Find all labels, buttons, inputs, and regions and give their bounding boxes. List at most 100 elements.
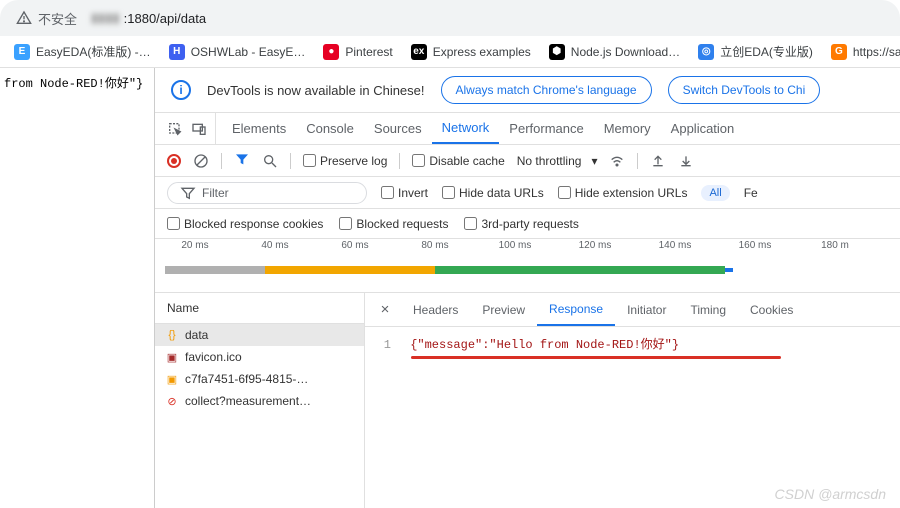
filter-toggle-icon[interactable] [234,151,250,170]
timeline-tick: 100 ms [475,240,555,251]
main-area: from Node-RED!你好"} i DevTools is now ava… [0,68,900,508]
hide-ext-urls-checkbox[interactable]: Hide extension URLs [558,186,688,200]
request-type-icon: ⊘ [165,394,179,408]
timeline-tick: 60 ms [315,240,395,251]
tab-network[interactable]: Network [432,113,500,144]
bookmark-label: 立创EDA(专业版) [720,43,813,60]
bookmark-label: OSHWLab - EasyE… [191,45,306,59]
filter-fetch-pill[interactable]: Fe [744,186,758,200]
detail-tab-cookies[interactable]: Cookies [738,293,805,326]
network-body: Name {} data ▣ favicon.ico ▣ c7fa7451-6f95-48… [155,293,900,508]
tab-console[interactable]: Console [296,113,364,144]
blocked-requests-checkbox[interactable]: Blocked requests [339,217,448,231]
inspect-icon[interactable] [167,121,183,137]
bookmark-icon: ◎ [698,44,714,60]
throttling-select[interactable]: No throttling▾ [517,154,598,168]
bookmark-icon: E [14,44,30,60]
timeline-tick: 20 ms [155,240,235,251]
request-row[interactable]: ▣ favicon.ico [155,346,364,368]
detail-tab-initiator[interactable]: Initiator [615,293,678,326]
search-icon[interactable] [262,153,278,169]
timeline-tick: 80 ms [395,240,475,251]
network-timeline[interactable]: 20 ms40 ms60 ms80 ms100 ms120 ms140 ms16… [155,239,900,293]
bookmark-icon: H [169,44,185,60]
request-type-icon: ▣ [165,350,179,364]
switch-language-button[interactable]: Switch DevTools to Chi [668,76,821,104]
close-detail-button[interactable]: × [373,301,397,318]
request-list: Name {} data ▣ favicon.ico ▣ c7fa7451-6f95-48… [155,293,365,508]
request-row[interactable]: {} data [155,324,364,346]
request-row[interactable]: ▣ c7fa7451-6f95-4815-… [155,368,364,390]
devtools-info-bar: i DevTools is now available in Chinese! … [155,68,900,113]
match-language-button[interactable]: Always match Chrome's language [441,76,652,104]
third-party-checkbox[interactable]: 3rd-party requests [464,217,578,231]
detail-tab-headers[interactable]: Headers [401,293,470,326]
bookmark-icon: ⬢ [549,44,565,60]
filter-row: Filter Invert Hide data URLs Hide extens… [155,177,900,209]
tab-elements[interactable]: Elements [222,113,296,144]
timeline-tick: 180 m [795,240,875,251]
detail-tab-timing[interactable]: Timing [678,293,738,326]
tab-performance[interactable]: Performance [499,113,593,144]
filter-all-pill[interactable]: All [701,185,729,201]
tab-sources[interactable]: Sources [364,113,432,144]
request-row[interactable]: ⊘ collect?measurement… [155,390,364,412]
insecure-label: 不安全 [38,9,77,28]
timeline-tick: 120 ms [555,240,635,251]
network-toolbar: Preserve log Disable cache No throttling… [155,145,900,177]
bookmark-item[interactable]: ⬢ Node.js Download… [549,44,680,60]
request-detail: × HeadersPreviewResponseInitiatorTimingC… [365,293,900,508]
funnel-icon [180,185,196,201]
request-type-icon: ▣ [165,372,179,386]
upload-icon[interactable] [650,153,666,169]
bookmarks-bar: E EasyEDA(标准版) -… H OSHWLab - EasyE… ● Pinter… [0,36,900,68]
blocked-cookies-checkbox[interactable]: Blocked response cookies [167,217,323,231]
warning-icon [16,10,32,26]
filter-input[interactable]: Filter [167,182,367,204]
devtools-tabs: ElementsConsoleSourcesNetworkPerformance… [155,113,900,145]
request-type-icon: {} [165,328,179,342]
bookmark-item[interactable]: H OSHWLab - EasyE… [169,44,306,60]
url-display[interactable]: ▮▮▮▮ :1880/api/data [91,10,206,26]
request-name: collect?measurement… [185,394,311,408]
annotation-underline [411,356,781,359]
timeline-tick: 140 ms [635,240,715,251]
hide-data-urls-checkbox[interactable]: Hide data URLs [442,186,544,200]
address-bar: 不安全 ▮▮▮▮ :1880/api/data [0,0,900,36]
bookmark-icon: ● [323,44,339,60]
bookmark-item[interactable]: ◎ 立创EDA(专业版) [698,43,813,60]
detail-tab-preview[interactable]: Preview [470,293,537,326]
wifi-icon[interactable] [609,153,625,169]
tab-memory[interactable]: Memory [594,113,661,144]
preserve-log-checkbox[interactable]: Preserve log [303,154,387,168]
detail-tab-response[interactable]: Response [537,293,615,326]
request-name: favicon.ico [185,350,242,364]
request-name: c7fa7451-6f95-4815-… [185,372,308,386]
bookmark-label: EasyEDA(标准版) -… [36,43,151,60]
info-icon: i [171,80,191,100]
bookmark-item[interactable]: Ghttps://sapp [831,44,900,60]
info-message: DevTools is now available in Chinese! [207,83,425,98]
bookmark-label: Node.js Download… [571,45,680,59]
detail-tabs: × HeadersPreviewResponseInitiatorTimingC… [365,293,900,327]
disable-cache-checkbox[interactable]: Disable cache [412,154,504,168]
name-column-header[interactable]: Name [155,293,364,324]
bookmark-label: https://sapp [853,45,900,59]
download-icon[interactable] [678,153,694,169]
record-button[interactable] [167,154,181,168]
page-content: from Node-RED!你好"} [0,68,155,508]
response-body[interactable]: 1 {"message":"Hello from Node-RED!你好"} [365,327,900,367]
bookmark-item[interactable]: ex Express examples [411,44,531,60]
clear-icon[interactable] [193,153,209,169]
device-toggle-icon[interactable] [191,121,207,137]
request-name: data [185,328,208,342]
timeline-tick: 40 ms [235,240,315,251]
tab-application[interactable]: Application [661,113,745,144]
bookmark-label: Pinterest [345,45,392,59]
bookmark-item[interactable]: ● Pinterest [323,44,392,60]
devtools-panel: i DevTools is now available in Chinese! … [155,68,900,508]
invert-checkbox[interactable]: Invert [381,186,428,200]
bookmark-item[interactable]: E EasyEDA(标准版) -… [14,43,151,60]
bookmark-icon: ex [411,44,427,60]
bookmark-label: Express examples [433,45,531,59]
